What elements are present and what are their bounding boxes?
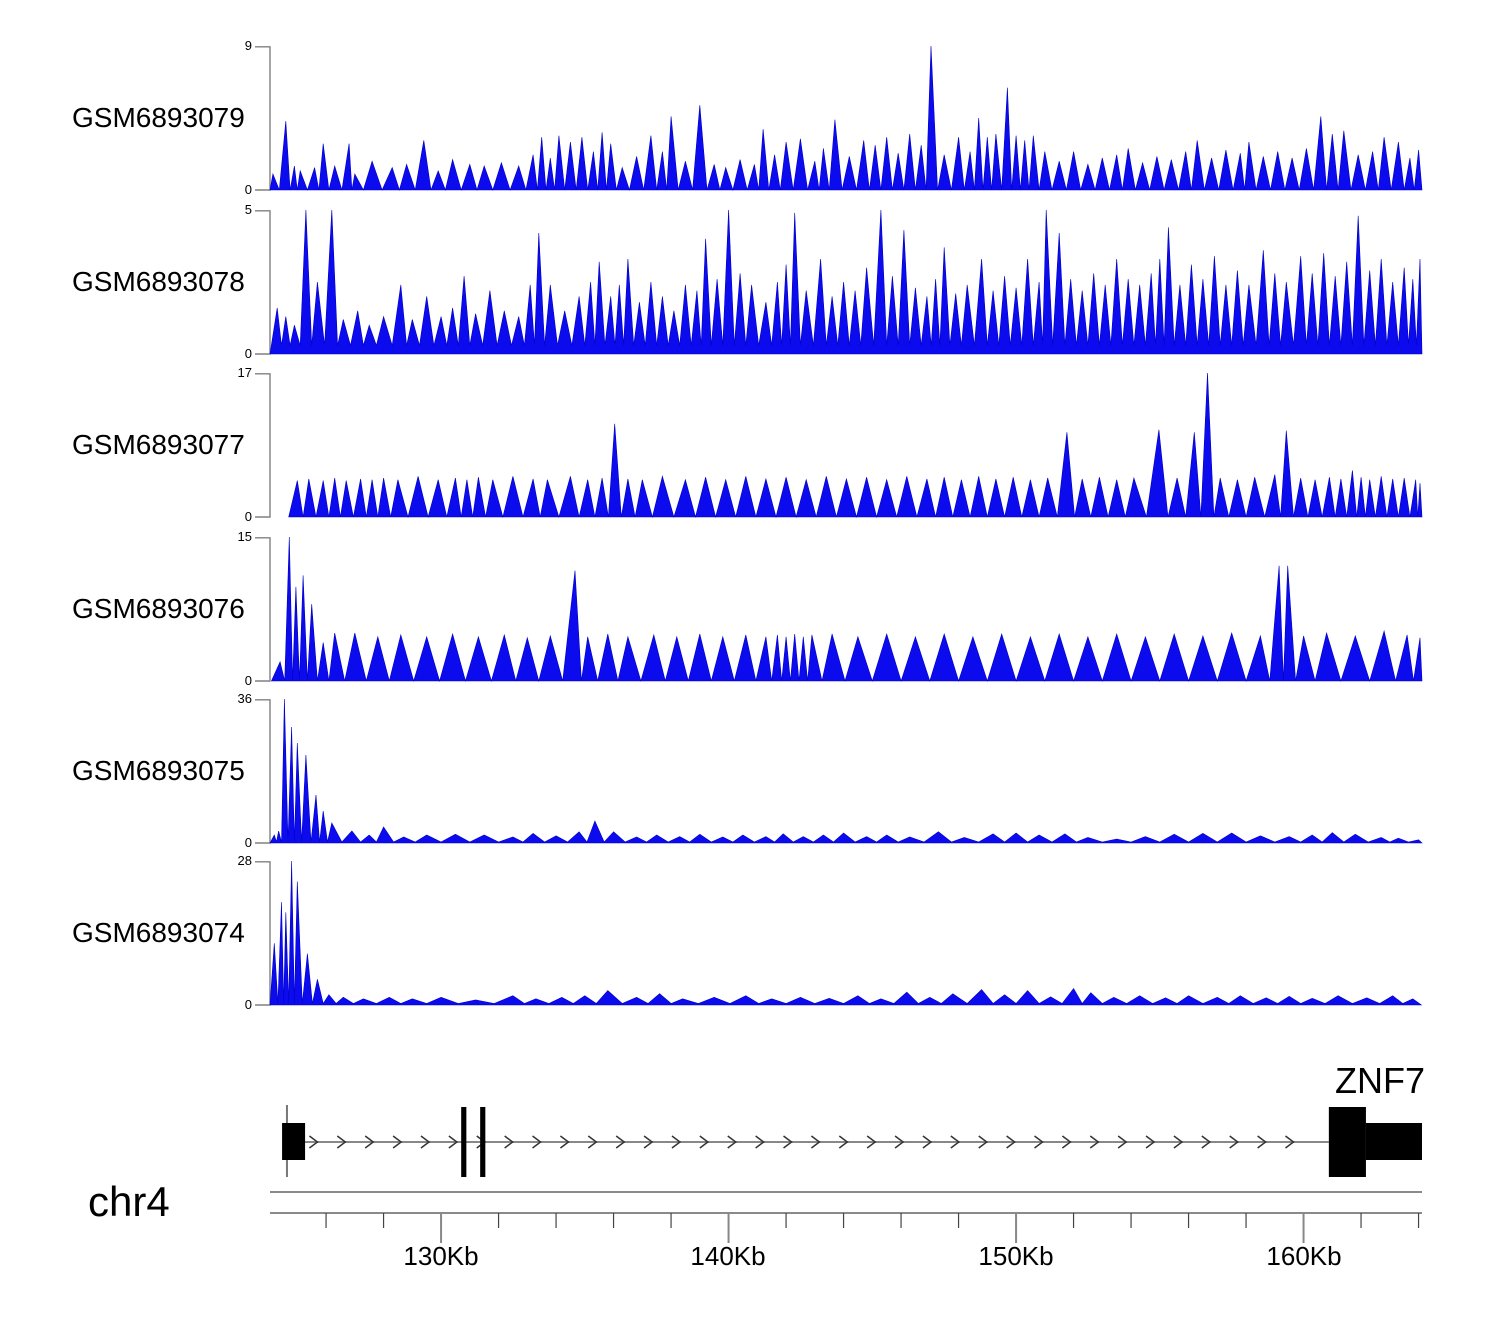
coverage-polygon bbox=[289, 373, 1422, 517]
ymax-label-track-3: 17 bbox=[170, 366, 252, 380]
ruler-label-150kb: 150Kb bbox=[956, 1242, 1076, 1270]
genome-browser-figure: GSM6893079 GSM6893078 GSM6893077 GSM6893… bbox=[0, 0, 1500, 1320]
gene-exon-box bbox=[1366, 1123, 1422, 1160]
coverage-polygon bbox=[270, 699, 1422, 843]
track-label-gsm6893075: GSM6893075 bbox=[72, 757, 262, 785]
track-label-gsm6893079: GSM6893079 bbox=[72, 104, 262, 132]
ymin-label-track-4: 0 bbox=[170, 674, 252, 688]
track-label-gsm6893076: GSM6893076 bbox=[72, 595, 262, 623]
gene-exon-box bbox=[1329, 1107, 1366, 1177]
ymin-label-track-1: 0 bbox=[170, 183, 252, 197]
ymin-label-track-5: 0 bbox=[170, 836, 252, 850]
ymax-label-track-1: 9 bbox=[170, 39, 252, 53]
ruler-label-160kb: 160Kb bbox=[1244, 1242, 1364, 1270]
ruler-label-130kb: 130Kb bbox=[381, 1242, 501, 1270]
gene-name-label: ZNF7 bbox=[1280, 1062, 1425, 1100]
gene-exon-box bbox=[461, 1107, 466, 1177]
ymax-label-track-2: 5 bbox=[170, 203, 252, 217]
coverage-polygon bbox=[271, 537, 1422, 681]
ymax-label-track-5: 36 bbox=[170, 692, 252, 706]
ymax-label-track-6: 28 bbox=[170, 854, 252, 868]
ymin-label-track-6: 0 bbox=[170, 998, 252, 1012]
coverage-polygon bbox=[270, 861, 1421, 1005]
ymin-label-track-3: 0 bbox=[170, 510, 252, 524]
ymin-label-track-2: 0 bbox=[170, 347, 252, 361]
ymax-label-track-4: 15 bbox=[170, 530, 252, 544]
chromosome-label: chr4 bbox=[88, 1180, 170, 1224]
ruler-label-140kb: 140Kb bbox=[668, 1242, 788, 1270]
track-label-gsm6893077: GSM6893077 bbox=[72, 431, 262, 459]
track-label-gsm6893074: GSM6893074 bbox=[72, 919, 262, 947]
coverage-polygon bbox=[270, 46, 1422, 190]
track-label-gsm6893078: GSM6893078 bbox=[72, 268, 262, 296]
gene-exon-box bbox=[480, 1107, 485, 1177]
gene-exon-box bbox=[282, 1123, 305, 1160]
coverage-polygon bbox=[270, 210, 1422, 354]
